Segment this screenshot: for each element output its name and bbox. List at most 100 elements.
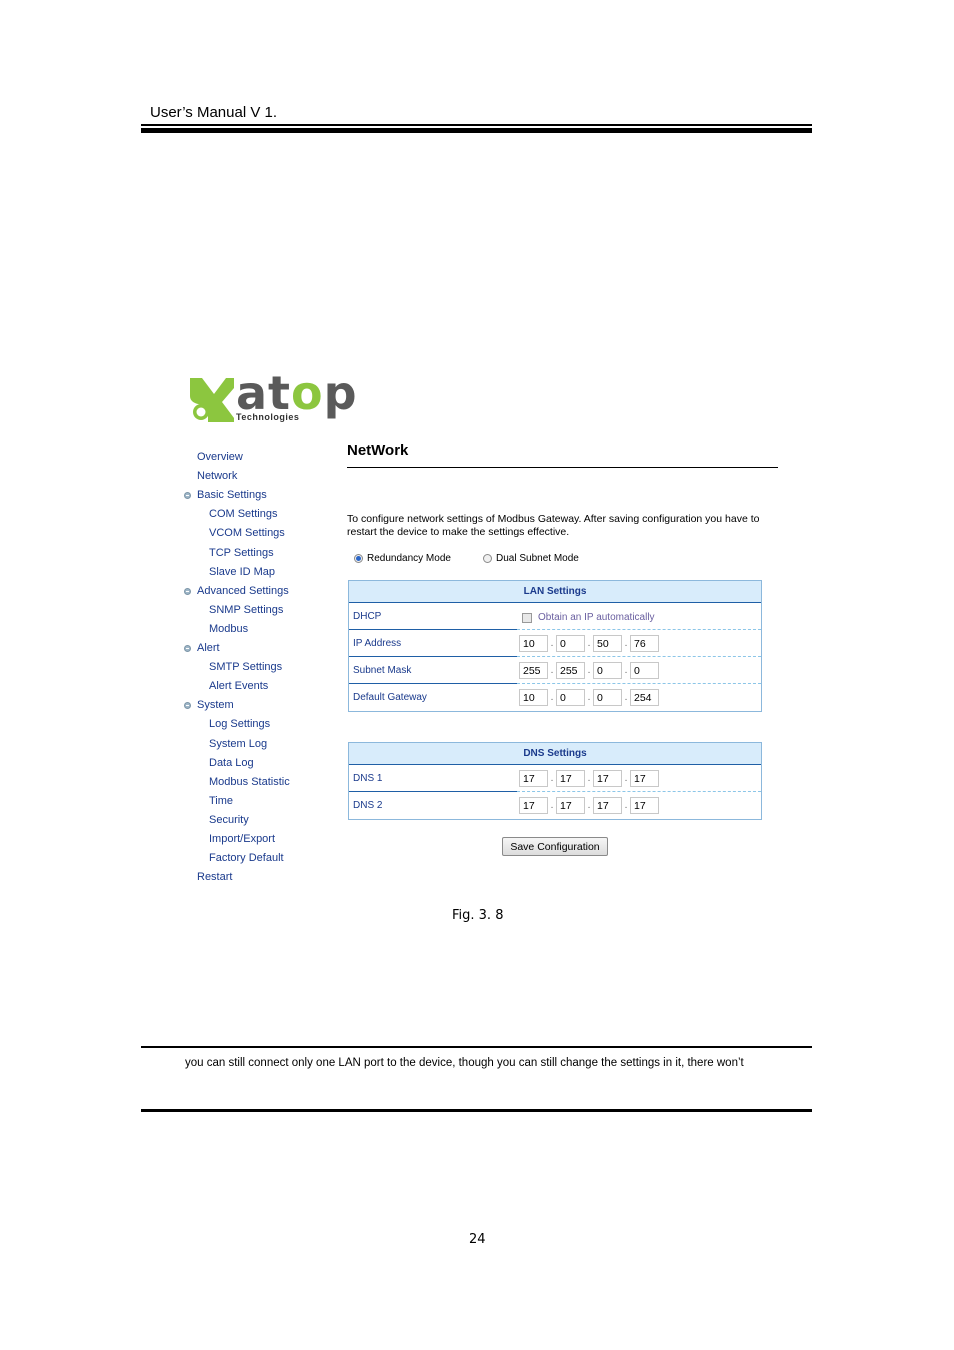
row-label: Subnet Mask [353,665,412,676]
octet-separator: . [550,773,554,784]
octet-separator: . [550,665,554,676]
section-rule-bottom [141,1109,812,1112]
octet-separator: . [624,638,628,649]
mode-dual-subnet[interactable]: Dual Subnet Mode [483,553,579,564]
octet-input[interactable] [593,770,622,787]
header-rule-thick [141,128,812,133]
octet-input[interactable] [593,797,622,814]
page-description: To configure network settings of Modbus … [347,513,760,538]
sidebar-item-data-log[interactable]: Data Log [209,757,254,769]
mode-redundancy[interactable]: Redundancy Mode [354,553,451,564]
table-row: Subnet Mask... [349,657,761,684]
collapse-toggle-icon[interactable] [184,645,191,652]
sidebar-item-log-settings[interactable]: Log Settings [209,718,270,730]
octet-separator: . [587,800,591,811]
dns-settings-table: DNS Settings DNS 1...DNS 2... [348,742,762,820]
table-row: DNS 1... [349,765,761,792]
octet-separator: . [587,638,591,649]
sidebar-item-network[interactable]: Network [197,470,237,482]
octet-separator: . [550,800,554,811]
sidebar-item-time[interactable]: Time [209,795,233,807]
octet-input[interactable] [519,635,548,652]
sidebar-item-system[interactable]: System [197,699,234,711]
lan-settings-table: LAN Settings DHCP Obtain an IP automatic… [348,580,762,712]
table-row: DNS 2... [349,792,761,819]
octet-separator: . [550,692,554,703]
logo-subtitle: Technologies [236,412,300,422]
row-label: IP Address [353,638,402,649]
octet-input[interactable] [519,662,548,679]
octet-input[interactable] [556,635,585,652]
octet-input[interactable] [630,797,659,814]
lan-settings-heading: LAN Settings [349,581,761,603]
manual-header-title: User’s Manual V 1. [150,104,278,121]
table-row: Default Gateway... [349,684,761,711]
title-divider [347,467,778,468]
octet-input[interactable] [593,689,622,706]
sidebar-item-basic-settings[interactable]: Basic Settings [197,489,267,501]
octet-separator: . [587,665,591,676]
save-configuration-button[interactable]: Save Configuration [502,837,608,856]
page-title: NetWork [347,442,409,459]
row-label: DHCP [353,611,382,622]
radio-redundancy-mode[interactable] [354,554,363,563]
octet-input[interactable] [630,689,659,706]
logo-mark-icon [190,378,234,422]
octet-separator: . [624,773,628,784]
sidebar-item-tcp-settings[interactable]: TCP Settings [209,547,274,559]
sidebar-item-alert[interactable]: Alert [197,642,220,654]
table-row: IP Address... [349,630,761,657]
section-rule-top [141,1046,812,1048]
octet-input[interactable] [593,662,622,679]
sidebar-item-alert-events[interactable]: Alert Events [209,680,268,692]
collapse-toggle-icon[interactable] [184,702,191,710]
octet-input[interactable] [556,770,585,787]
octet-input[interactable] [556,797,585,814]
sidebar-item-slave-id-map[interactable]: Slave ID Map [209,566,275,578]
octet-separator: . [550,638,554,649]
page-number: 24 [469,1232,486,1247]
sidebar-item-modbus-statistic[interactable]: Modbus Statistic [209,776,290,788]
collapse-toggle-icon[interactable] [184,587,191,595]
octet-input[interactable] [556,689,585,706]
sidebar-item-factory-default[interactable]: Factory Default [209,852,284,864]
collapse-toggle-icon[interactable] [184,492,191,500]
octet-input[interactable] [593,635,622,652]
dns-settings-heading: DNS Settings [349,743,761,765]
octet-input[interactable] [519,770,548,787]
table-row-dhcp: DHCP Obtain an IP automatically [349,603,761,630]
sidebar-item-com-settings[interactable]: COM Settings [209,508,277,520]
atop-logo: atop Technologies [188,366,357,428]
sidebar-item-modbus[interactable]: Modbus [209,623,248,635]
octet-separator: . [624,692,628,703]
octet-input[interactable] [630,635,659,652]
header-rule-thin [141,124,812,126]
octet-separator: . [587,773,591,784]
row-label: Default Gateway [353,692,427,703]
octet-input[interactable] [519,689,548,706]
octet-input[interactable] [519,797,548,814]
octet-separator: . [624,800,628,811]
row-label: DNS 1 [353,773,383,784]
figure-caption: Fig. 3. 8 [452,908,504,923]
sidebar-item-system-log[interactable]: System Log [209,738,267,750]
radio-label: Dual Subnet Mode [496,553,579,564]
sidebar-item-overview[interactable]: Overview [197,451,243,463]
dhcp-checkbox[interactable] [522,612,532,623]
sidebar-item-vcom-settings[interactable]: VCOM Settings [209,527,285,539]
radio-dual-subnet-mode[interactable] [483,554,492,563]
octet-separator: . [624,665,628,676]
sidebar-item-restart[interactable]: Restart [197,871,232,883]
sidebar-item-snmp-settings[interactable]: SNMP Settings [209,604,283,616]
dhcp-checkbox-label: Obtain an IP automatically [538,612,655,623]
row-label: DNS 2 [353,800,383,811]
body-paragraph: you can still connect only one LAN port … [185,1057,744,1069]
octet-input[interactable] [630,662,659,679]
sidebar-item-advanced-settings[interactable]: Advanced Settings [197,585,289,597]
octet-input[interactable] [630,770,659,787]
sidebar-item-smtp-settings[interactable]: SMTP Settings [209,661,282,673]
octet-separator: . [587,692,591,703]
octet-input[interactable] [556,662,585,679]
sidebar-item-import-export[interactable]: Import/Export [209,833,275,845]
sidebar-item-security[interactable]: Security [209,814,249,826]
